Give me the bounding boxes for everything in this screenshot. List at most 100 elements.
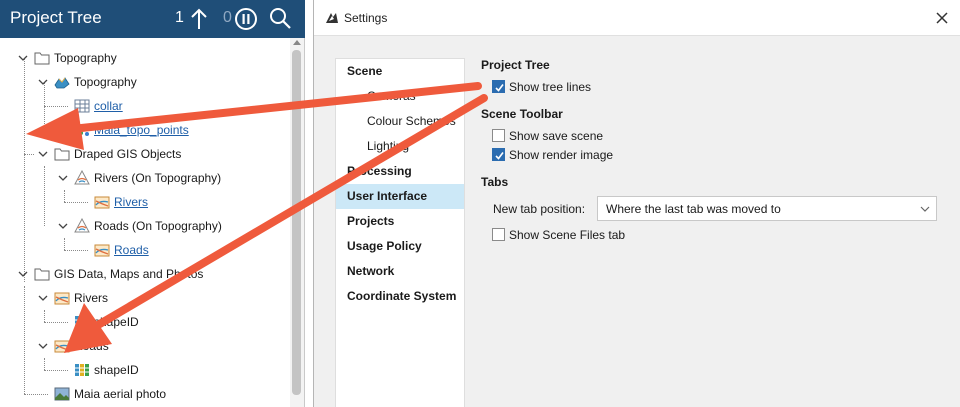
gis-layer-icon: [74, 218, 90, 233]
folder-icon: [34, 268, 50, 281]
tree-item[interactable]: Maia aerial photo: [0, 382, 290, 406]
tree-item-label: Draped GIS Objects: [74, 147, 182, 161]
nav-item-network[interactable]: Network: [336, 259, 464, 284]
tree-item-label: Roads (On Topography): [94, 219, 222, 233]
attribute-column-icon: [75, 364, 89, 376]
tree-item[interactable]: collar: [0, 94, 290, 118]
tree-item[interactable]: Topography: [0, 46, 290, 70]
checkbox-label: Show save scene: [509, 129, 604, 143]
terrain-surface-icon: [54, 77, 70, 89]
nav-item-colour-schemes[interactable]: Colour Schemes: [336, 109, 464, 134]
gis-layer-icon: [54, 292, 70, 305]
chevron-down-icon[interactable]: [58, 173, 68, 183]
tree-item-label: shapeID: [94, 363, 139, 377]
settings-titlebar: Settings: [314, 0, 960, 36]
settings-nav: Scene Cameras Colour Schemes Lighting Pr…: [335, 58, 465, 407]
section-title-scene-toolbar: Scene Toolbar: [481, 107, 563, 121]
checkbox-checked-icon[interactable]: [492, 148, 505, 161]
chevron-down-icon[interactable]: [920, 205, 930, 213]
folder-icon: [54, 148, 70, 161]
tree-item[interactable]: Rivers: [0, 286, 290, 310]
paused-count: 0: [223, 9, 232, 26]
tree-item-label: shapeID: [94, 315, 139, 329]
gis-lines-icon: [94, 244, 110, 257]
section-title-tabs: Tabs: [481, 175, 509, 189]
tree-item-label[interactable]: Roads: [114, 238, 149, 262]
show-render-image-checkbox[interactable]: Show render image: [492, 147, 692, 163]
settings-dialog: Settings Scene Cameras Colour Schemes Li…: [313, 0, 960, 407]
checkbox-label: Show Scene Files tab: [509, 228, 626, 242]
tree-item[interactable]: Rivers: [0, 190, 290, 214]
show-save-scene-checkbox[interactable]: Show save scene: [492, 128, 692, 144]
tree-scrollbar-thumb[interactable]: [292, 50, 301, 395]
dialog-title: Settings: [344, 11, 388, 25]
tree-item-label: Rivers (On Topography): [94, 171, 222, 185]
checkbox-label: Show tree lines: [509, 80, 592, 94]
project-tree-panel: Project Tree 1 0 Topography Topography c…: [0, 0, 305, 407]
nav-item-user-interface[interactable]: User Interface: [336, 184, 464, 209]
new-tab-position-select[interactable]: Where the last tab was moved to: [597, 196, 937, 221]
search-icon[interactable]: [268, 6, 292, 30]
show-scene-files-tab-checkbox[interactable]: Show Scene Files tab: [492, 227, 692, 243]
chevron-down-icon[interactable]: [18, 269, 28, 279]
nav-item-processing[interactable]: Processing: [336, 159, 464, 184]
chevron-down-icon[interactable]: [18, 53, 28, 63]
tree-item[interactable]: Rivers (On Topography): [0, 166, 290, 190]
chevron-down-icon[interactable]: [38, 293, 48, 303]
new-tab-position-label: New tab position:: [493, 202, 586, 216]
gis-layer-icon: [74, 170, 90, 185]
tree-item-label: Rivers: [74, 291, 109, 305]
tree-item-label: Topography: [54, 51, 117, 65]
select-value: Where the last tab was moved to: [606, 202, 781, 216]
project-tree: Topography Topography collar Maia_topo_p…: [0, 38, 290, 407]
tree-item[interactable]: shapeID: [0, 310, 290, 334]
up-arrow-icon[interactable]: [189, 7, 209, 31]
scroll-up-icon[interactable]: [293, 40, 301, 45]
pause-icon[interactable]: [234, 7, 258, 31]
nav-item-projects[interactable]: Projects: [336, 209, 464, 234]
chevron-down-icon[interactable]: [38, 77, 48, 87]
tree-item-label[interactable]: Maia_topo_points: [94, 118, 189, 142]
project-tree-title: Project Tree: [10, 8, 102, 27]
show-tree-lines-checkbox[interactable]: Show tree lines: [492, 79, 692, 95]
tree-item[interactable]: Roads: [0, 334, 290, 358]
gis-lines-icon: [94, 196, 110, 209]
checkbox-unchecked-icon[interactable]: [492, 129, 505, 142]
tree-item-label: GIS Data, Maps and Photos: [54, 267, 204, 281]
table-icon: [74, 99, 90, 113]
app-logo-icon: [326, 13, 338, 23]
chevron-down-icon[interactable]: [58, 221, 68, 231]
tree-item-label[interactable]: collar: [94, 94, 123, 118]
nav-item-lighting[interactable]: Lighting: [336, 134, 464, 159]
tree-item[interactable]: Topography: [0, 70, 290, 94]
tree-item[interactable]: Draped GIS Objects: [0, 142, 290, 166]
tree-item[interactable]: Maia_topo_points: [0, 118, 290, 142]
tree-item[interactable]: shapeID: [0, 358, 290, 382]
chevron-down-icon[interactable]: [38, 149, 48, 159]
nav-item-coordinate-system[interactable]: Coordinate System: [336, 284, 464, 309]
points-icon: [76, 124, 89, 136]
tree-scrollbar[interactable]: [290, 38, 304, 407]
aerial-photo-icon: [54, 387, 70, 401]
tree-item-label: Topography: [74, 75, 137, 89]
tree-item[interactable]: Roads (On Topography): [0, 214, 290, 238]
tree-item-label: Maia aerial photo: [74, 387, 167, 401]
attribute-column-icon: [75, 316, 89, 328]
close-icon[interactable]: [934, 10, 950, 26]
nav-item-cameras[interactable]: Cameras: [336, 84, 464, 109]
tree-item[interactable]: GIS Data, Maps and Photos: [0, 262, 290, 286]
chevron-down-icon[interactable]: [38, 341, 48, 351]
tree-item-label[interactable]: Rivers: [114, 190, 148, 214]
checkbox-unchecked-icon[interactable]: [492, 228, 505, 241]
nav-item-usage-policy[interactable]: Usage Policy: [336, 234, 464, 259]
tree-item-label: Roads: [74, 339, 109, 353]
gis-layer-icon: [54, 340, 70, 353]
task-count: 1: [175, 9, 184, 26]
section-title-project-tree: Project Tree: [481, 58, 550, 72]
checkbox-checked-icon[interactable]: [492, 80, 505, 93]
tree-item[interactable]: Roads: [0, 238, 290, 262]
nav-item-scene[interactable]: Scene: [336, 59, 464, 84]
project-tree-header: Project Tree 1 0: [0, 0, 305, 38]
checkbox-label: Show render image: [509, 148, 614, 162]
folder-icon: [34, 52, 50, 65]
